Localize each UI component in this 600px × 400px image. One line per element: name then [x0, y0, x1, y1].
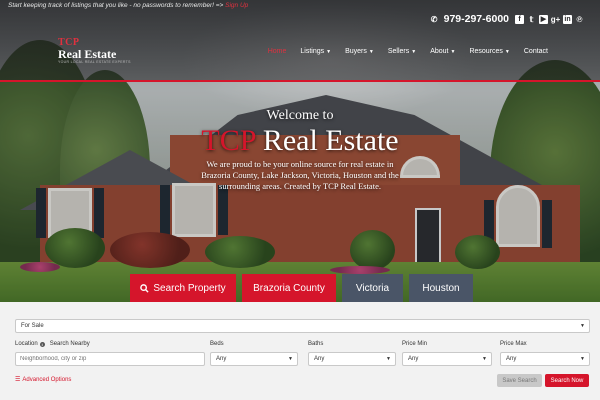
site-logo[interactable]: TCP Real Estate YOUR LOCAL REAL ESTATE E… [58, 38, 131, 65]
header: Start keeping track of listings that you… [0, 0, 600, 80]
victoria-button[interactable]: Victoria [342, 274, 403, 302]
nav-label: Listings [300, 48, 325, 55]
price-min-value: Any [408, 356, 419, 362]
nav-label: Resources [469, 48, 503, 55]
advanced-options-label: Advanced Options [22, 376, 72, 383]
beds-value: Any [216, 356, 227, 362]
price-max-value: Any [506, 356, 517, 362]
nav-label: Buyers [345, 48, 367, 55]
search-icon [140, 283, 149, 293]
signup-link[interactable]: Sign Up [225, 2, 248, 9]
nav-resources[interactable]: Resources ▼ [469, 48, 509, 55]
header-divider [0, 80, 600, 82]
advanced-options-toggle[interactable]: ☰ Advanced Options [15, 376, 72, 384]
nav-contact[interactable]: Contact [524, 48, 548, 55]
linkedin-icon[interactable]: in [563, 14, 572, 24]
brazoria-county-button[interactable]: Brazoria County [242, 274, 336, 302]
save-search-button[interactable]: Save Search [497, 374, 542, 387]
nav-label: Contact [523, 48, 548, 55]
houston-label: Houston [422, 282, 460, 294]
price-max-select[interactable]: Any ▼ [500, 352, 590, 366]
baths-select[interactable]: Any ▼ [308, 352, 396, 366]
google-plus-icon[interactable]: g+ [551, 15, 561, 24]
caret-down-icon: ▼ [450, 48, 456, 55]
search-property-button[interactable]: Search Property [130, 274, 236, 302]
logo-tagline: YOUR LOCAL REAL ESTATE EXPERTS [58, 60, 131, 64]
logo-realestate-text: Real Estate [58, 47, 117, 61]
search-property-label: Search Property [153, 282, 226, 294]
main-nav: Home Listings ▼ Buyers ▼ Sellers ▼ About ▼ R… [268, 48, 548, 55]
chevron-down-icon: ▼ [288, 356, 293, 362]
twitter-icon[interactable]: 𝕥 [527, 15, 536, 24]
brand-white-text: Real Estate [262, 124, 399, 157]
facebook-icon[interactable]: f [515, 14, 524, 24]
info-icon[interactable]: i [39, 341, 45, 347]
search-nearby-label[interactable]: Search Nearby [50, 341, 90, 347]
location-label-text: Location [15, 341, 38, 347]
baths-label: Baths [308, 341, 324, 347]
listing-type-value: For Sale [21, 323, 44, 329]
beds-select[interactable]: Any ▼ [210, 352, 298, 366]
promo-text: Start keeping track of listings that you… [8, 2, 224, 9]
nav-listings[interactable]: Listings ▼ [300, 48, 331, 55]
list-icon: ☰ [15, 377, 21, 383]
nav-home[interactable]: Home [268, 48, 287, 55]
caret-down-icon: ▼ [504, 48, 510, 55]
nav-label: About [430, 48, 449, 55]
quick-search-buttons: Search Property Brazoria County Victoria… [130, 274, 473, 302]
chevron-down-icon: ▼ [580, 323, 585, 329]
price-min-label: Price Min [402, 341, 428, 347]
beds-label: Beds [210, 341, 224, 347]
pinterest-icon[interactable]: ℗ [575, 15, 584, 24]
location-input[interactable] [15, 352, 205, 366]
houston-button[interactable]: Houston [409, 274, 473, 302]
hero-welcome: Welcome to TCP Real Estate We are proud … [0, 108, 600, 193]
brand-red-text: TCP [201, 124, 256, 157]
price-max-label: Price Max [500, 341, 527, 347]
hero-brand-title: TCP Real Estate [0, 125, 600, 157]
search-now-button[interactable]: Search Now [545, 374, 589, 387]
phone-number[interactable]: 979-297-6000 [444, 13, 509, 25]
nav-about[interactable]: About ▼ [430, 48, 455, 55]
youtube-icon[interactable]: ▶ [539, 14, 548, 24]
chevron-down-icon: ▼ [386, 356, 391, 362]
signup-promo: Start keeping track of listings that you… [8, 2, 248, 9]
hero-subtitle: We are proud to be your online source fo… [201, 158, 399, 192]
caret-down-icon: ▼ [326, 48, 332, 55]
nav-label: Home [267, 48, 287, 55]
nav-buyers[interactable]: Buyers ▼ [345, 48, 374, 55]
caret-down-icon: ▼ [368, 48, 374, 55]
brazoria-county-label: Brazoria County [253, 282, 325, 294]
price-min-select[interactable]: Any ▼ [402, 352, 492, 366]
listing-type-select[interactable]: For Sale ▼ [15, 319, 590, 333]
baths-value: Any [314, 356, 325, 362]
caret-down-icon: ▼ [411, 48, 417, 55]
nav-label: Sellers [387, 48, 410, 55]
nav-sellers[interactable]: Sellers ▼ [388, 48, 416, 55]
welcome-text: Welcome to [266, 108, 334, 123]
chevron-down-icon: ▼ [580, 356, 585, 362]
phone-icon: ✆ [430, 14, 438, 24]
chevron-down-icon: ▼ [482, 356, 487, 362]
header-contact: ✆ 979-297-6000 f 𝕥 ▶ g+ in ℗ [430, 13, 584, 25]
victoria-label: Victoria [355, 282, 390, 294]
location-label: Location i Search Nearby [15, 341, 90, 347]
